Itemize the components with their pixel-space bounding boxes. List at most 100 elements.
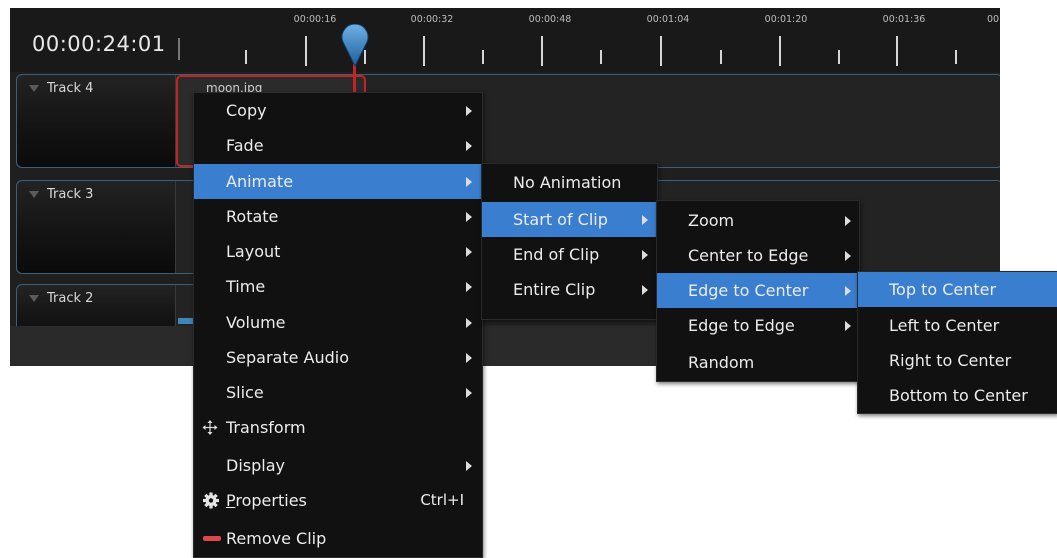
submenu-arrow-icon bbox=[466, 353, 472, 363]
timecode-divider bbox=[178, 38, 180, 60]
submenu-arrow-icon bbox=[466, 388, 472, 398]
submenu-arrow-icon bbox=[845, 321, 851, 331]
menu-item-edge-to-edge[interactable]: Edge to Edge bbox=[657, 308, 859, 343]
ruler-tick bbox=[660, 36, 662, 66]
ruler-tick bbox=[541, 36, 543, 66]
animate-submenu: No Animation Start of Clip End of Clip E… bbox=[481, 163, 658, 320]
menu-item-random[interactable]: Random bbox=[657, 345, 859, 380]
ruler-tick bbox=[955, 50, 957, 64]
menu-item-display[interactable]: Display bbox=[194, 448, 482, 483]
submenu-arrow-icon bbox=[466, 318, 472, 328]
shortcut-label: Ctrl+I bbox=[420, 491, 464, 509]
remove-icon bbox=[203, 536, 221, 541]
submenu-arrow-icon bbox=[642, 285, 648, 295]
menu-item-slice[interactable]: Slice bbox=[194, 375, 482, 410]
menu-label: Edge to Center bbox=[688, 281, 809, 300]
menu-item-remove-clip[interactable]: Remove Clip bbox=[194, 521, 482, 556]
menu-item-fade[interactable]: Fade bbox=[194, 128, 482, 163]
menu-label: Display bbox=[226, 456, 285, 475]
ruler-tick bbox=[305, 36, 307, 66]
submenu-arrow-icon bbox=[466, 177, 472, 187]
menu-label: Animate bbox=[226, 172, 294, 191]
submenu-arrow-icon bbox=[642, 250, 648, 260]
start-of-clip-submenu: Zoom Center to Edge Edge to Center Edge … bbox=[656, 200, 860, 382]
menu-label: Remove Clip bbox=[226, 529, 327, 548]
menu-label: Left to Center bbox=[889, 316, 1000, 335]
menu-label: Top to Center bbox=[889, 280, 997, 299]
track-name: Track 2 bbox=[47, 291, 94, 306]
ruler-label: 00:01:36 bbox=[882, 14, 926, 25]
menu-label: Center to Edge bbox=[688, 246, 809, 265]
timecode-display: 00:00:24:01 bbox=[32, 32, 166, 56]
ruler-label: 00:00:32 bbox=[410, 14, 454, 25]
menu-item-no-animation[interactable]: No Animation bbox=[482, 165, 657, 200]
menu-item-rotate[interactable]: Rotate bbox=[194, 199, 482, 234]
menu-label: Right to Center bbox=[889, 351, 1012, 370]
timeline-header: 00:00:24:01 00:00:16 00:00:32 00:00:48 0… bbox=[10, 8, 1000, 72]
submenu-arrow-icon bbox=[466, 141, 472, 151]
submenu-arrow-icon bbox=[642, 215, 648, 225]
menu-label: Edge to Edge bbox=[688, 316, 795, 335]
menu-item-entire-clip[interactable]: Entire Clip bbox=[482, 272, 657, 307]
menu-label: Transform bbox=[226, 418, 306, 437]
collapse-arrow-icon[interactable] bbox=[29, 295, 39, 302]
menu-item-time[interactable]: Time bbox=[194, 269, 482, 304]
track-4[interactable]: Track 4 moon.jpg bbox=[16, 74, 1000, 168]
menu-label: Volume bbox=[226, 313, 286, 332]
menu-item-properties[interactable]: Properties Ctrl+I bbox=[194, 483, 482, 518]
menu-item-separate-audio[interactable]: Separate Audio bbox=[194, 340, 482, 375]
collapse-arrow-icon[interactable] bbox=[29, 191, 39, 198]
ruler-label: 00:00:48 bbox=[528, 14, 572, 25]
menu-label: Copy bbox=[226, 101, 267, 120]
menu-item-copy[interactable]: Copy bbox=[194, 93, 482, 128]
track-header[interactable]: Track 4 bbox=[17, 75, 176, 167]
menu-item-start-of-clip[interactable]: Start of Clip bbox=[482, 202, 657, 237]
submenu-arrow-icon bbox=[466, 106, 472, 116]
menu-item-edge-to-center[interactable]: Edge to Center bbox=[657, 273, 859, 308]
submenu-arrow-icon bbox=[466, 247, 472, 257]
collapse-arrow-icon[interactable] bbox=[29, 85, 39, 92]
menu-item-end-of-clip[interactable]: End of Clip bbox=[482, 237, 657, 272]
menu-item-left-to-center[interactable]: Left to Center bbox=[858, 308, 1057, 343]
submenu-arrow-icon bbox=[466, 461, 472, 471]
menu-label: End of Clip bbox=[513, 245, 600, 264]
menu-item-top-to-center[interactable]: Top to Center bbox=[858, 272, 1057, 307]
menu-label: Separate Audio bbox=[226, 348, 350, 367]
submenu-arrow-icon bbox=[845, 216, 851, 226]
menu-label: Slice bbox=[226, 383, 264, 402]
ruler-label: 00:00:16 bbox=[293, 14, 337, 25]
menu-label: Fade bbox=[226, 136, 264, 155]
menu-label: No Animation bbox=[513, 173, 622, 192]
menu-label: Random bbox=[688, 353, 755, 372]
time-ruler[interactable]: 00:00:16 00:00:32 00:00:48 00:01:04 00:0… bbox=[190, 8, 1000, 72]
menu-label: Entire Clip bbox=[513, 280, 596, 299]
ruler-label: 00:01:20 bbox=[764, 14, 808, 25]
ruler-label: 00:01:04 bbox=[646, 14, 690, 25]
edge-to-center-submenu: Top to Center Left to Center Right to Ce… bbox=[857, 271, 1057, 414]
menu-label: Bottom to Center bbox=[889, 386, 1028, 405]
ruler-tick bbox=[423, 36, 425, 66]
menu-item-center-to-edge[interactable]: Center to Edge bbox=[657, 238, 859, 273]
menu-item-bottom-to-center[interactable]: Bottom to Center bbox=[858, 378, 1057, 413]
submenu-arrow-icon bbox=[845, 251, 851, 261]
submenu-arrow-icon bbox=[466, 212, 472, 222]
menu-item-transform[interactable]: Transform bbox=[194, 410, 482, 445]
submenu-arrow-icon bbox=[845, 286, 851, 296]
ruler-tick bbox=[245, 50, 247, 64]
track-header[interactable]: Track 3 bbox=[17, 181, 176, 273]
menu-item-layout[interactable]: Layout bbox=[194, 234, 482, 269]
menu-item-animate[interactable]: Animate bbox=[194, 164, 482, 199]
ruler-tick bbox=[600, 50, 602, 64]
ruler-label: 00 bbox=[986, 14, 1000, 25]
video-editor-window: 00:00:24:01 00:00:16 00:00:32 00:00:48 0… bbox=[0, 0, 1057, 558]
ruler-tick bbox=[720, 50, 722, 64]
playhead-icon[interactable] bbox=[340, 24, 370, 68]
track-name: Track 3 bbox=[47, 187, 94, 202]
clip-context-menu: Copy Fade Animate Rotate Layout Time Vol… bbox=[193, 92, 483, 558]
ruler-tick bbox=[896, 36, 898, 66]
ruler-tick bbox=[482, 50, 484, 64]
menu-item-zoom[interactable]: Zoom bbox=[657, 203, 859, 238]
menu-label: Zoom bbox=[688, 211, 735, 230]
menu-item-right-to-center[interactable]: Right to Center bbox=[858, 343, 1057, 378]
menu-item-volume[interactable]: Volume bbox=[194, 305, 482, 340]
